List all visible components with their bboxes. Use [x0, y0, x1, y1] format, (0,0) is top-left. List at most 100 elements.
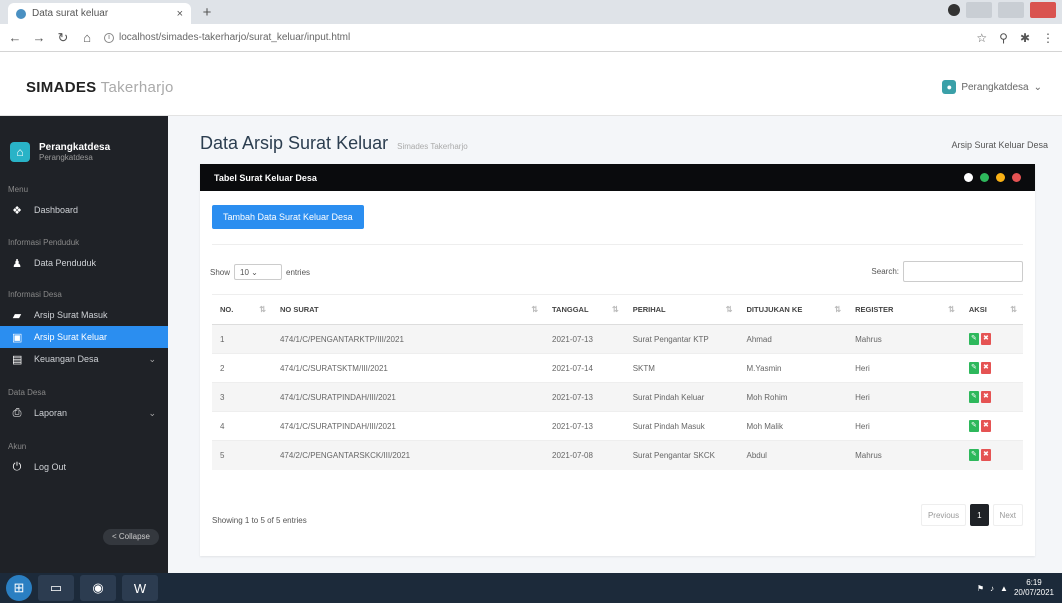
page-button[interactable]: 1 — [970, 504, 989, 526]
previous-page-button[interactable]: Previous — [920, 504, 967, 526]
collapse-button[interactable]: < Collapse — [103, 529, 159, 545]
entries-select[interactable]: 10 ⌄ — [234, 264, 283, 280]
chevron-down-icon: ⌄ — [148, 353, 156, 364]
volume-icon[interactable]: ♪ — [990, 584, 994, 593]
table-cell: 3 — [212, 382, 272, 412]
close-tab-icon[interactable]: × — [177, 8, 183, 20]
sidebar-section-desa: Informasi Desa — [8, 290, 62, 299]
delete-icon[interactable]: ✖ — [980, 420, 991, 432]
actions-cell: ✎ ✖ — [960, 382, 1023, 412]
new-tab-button[interactable]: + — [197, 4, 217, 22]
menu-icon[interactable]: ⋮ — [1042, 31, 1054, 45]
column-header[interactable]: NO SURAT ⇅ — [271, 294, 545, 325]
search-icon[interactable]: ⚲ — [999, 31, 1008, 45]
edit-icon[interactable]: ✎ — [968, 333, 979, 345]
table-row: 1 474/1/C/PENGANTARKTP/III/2021 2021-07-13… — [212, 324, 1023, 354]
close-window-button[interactable] — [1030, 2, 1056, 18]
sidebar-item-label: Data Penduduk — [34, 258, 97, 268]
next-page-button[interactable]: Next — [992, 504, 1023, 526]
sidebar-item-laporan[interactable]: ⎙ Laporan ⌄ — [0, 402, 168, 424]
sidebar-item-logout[interactable]: ⏻ Log Out — [0, 456, 168, 478]
home-icon[interactable]: ⌂ — [80, 30, 94, 45]
table-cell: Mahrus — [847, 324, 961, 354]
sidebar-item-label: Log Out — [34, 462, 67, 472]
chrome-icon[interactable]: ◉ — [80, 575, 116, 601]
table-cell: Surat Pengantar KTP — [624, 324, 739, 354]
table-row: 3 474/1/C/SURATPINDAH/III/2021 2021-07-13 S… — [212, 382, 1023, 412]
profile-icon[interactable] — [948, 4, 960, 16]
extensions-icon[interactable]: ✱ — [1020, 31, 1030, 45]
column-header[interactable]: REGISTER ⇅ — [847, 294, 961, 325]
person-icon: ♟ — [12, 257, 22, 270]
column-header[interactable]: DITUJUKAN KE ⇅ — [738, 294, 848, 325]
card-tool-dot[interactable] — [964, 173, 973, 182]
sidebar-item-surat-masuk[interactable]: ▰ Arsip Surat Masuk — [0, 304, 168, 326]
main-content: Data Arsip Surat Keluar Simades Takerhar… — [168, 116, 1062, 573]
reload-icon[interactable]: ↻ — [56, 30, 70, 46]
url-text: localhost/simades-takerharjo/surat_kelua… — [119, 32, 351, 43]
back-icon[interactable]: ← — [8, 30, 22, 45]
bookmark-star-icon[interactable]: ☆ — [976, 31, 987, 45]
clock[interactable]: 6:19 20/07/2021 — [1014, 578, 1054, 598]
page-title-text: Data Arsip Surat Keluar — [200, 133, 389, 153]
actions-cell: ✎ ✖ — [960, 353, 1023, 383]
delete-icon[interactable]: ✖ — [980, 333, 991, 345]
surat-keluar-table: NO. ⇅ NO SURAT ⇅ TANGGAL ⇅ PERIHAL ⇅ DITUJUK… — [212, 294, 1023, 470]
delete-icon[interactable]: ✖ — [980, 391, 991, 403]
pagination: Previous 1 Next — [920, 504, 1023, 526]
delete-icon[interactable]: ✖ — [980, 362, 991, 374]
table-row: 2 474/1/C/SURATSKTM/III/2021 2021-07-14 SKT… — [212, 353, 1023, 383]
table-cell: Moh Malik — [738, 411, 848, 441]
table-cell: 474/1/C/SURATPINDAH/III/2021 — [271, 382, 545, 412]
sidebar-item-dashboard[interactable]: ❖ Dashboard — [0, 199, 168, 221]
column-header[interactable]: PERIHAL ⇅ — [624, 294, 739, 325]
app-header: SIMADES Takerharjo ● Perangkatdesa ⌄ — [0, 52, 1062, 116]
browser-tab-bar: Data surat keluar × + — [0, 0, 1062, 24]
sidebar-user: ⌂ Perangkatdesa Perangkatdesa — [10, 142, 110, 162]
table-cell: SKTM — [624, 353, 739, 383]
site-info-icon[interactable]: i — [104, 32, 114, 43]
sidebar-user-name: Perangkatdesa — [39, 142, 111, 153]
add-surat-keluar-button[interactable]: Tambah Data Surat Keluar Desa — [212, 205, 364, 229]
inbox-icon: ▰ — [12, 309, 22, 322]
delete-icon[interactable]: ✖ — [980, 449, 991, 462]
card-tool-dot[interactable] — [1012, 173, 1021, 182]
sidebar-item-label: Arsip Surat Masuk — [34, 310, 108, 320]
file-explorer-icon[interactable]: ▭ — [38, 575, 74, 601]
network-icon[interactable]: ▲ — [1000, 584, 1008, 593]
word-icon[interactable]: W — [122, 575, 158, 601]
url-field[interactable]: i localhost/simades-takerharjo/surat_kel… — [104, 32, 384, 43]
edit-icon[interactable]: ✎ — [968, 391, 979, 403]
brand-logo[interactable]: SIMADES Takerharjo — [26, 79, 174, 96]
sidebar-item-data-penduduk[interactable]: ♟ Data Penduduk — [0, 252, 168, 274]
card-tool-dot[interactable] — [980, 173, 989, 182]
user-menu[interactable]: ● Perangkatdesa ⌄ — [942, 80, 1042, 94]
forward-icon[interactable]: → — [32, 30, 46, 45]
edit-icon[interactable]: ✎ — [968, 362, 979, 374]
flag-icon[interactable]: ⚑ — [977, 584, 984, 593]
start-button[interactable]: ⊞ — [6, 575, 32, 601]
edit-icon[interactable]: ✎ — [968, 420, 979, 432]
sidebar-item-label: Arsip Surat Keluar — [34, 332, 108, 342]
column-header[interactable]: NO. ⇅ — [212, 294, 272, 325]
edit-icon[interactable]: ✎ — [968, 449, 979, 462]
sidebar-item-label: Laporan — [34, 408, 68, 418]
column-header[interactable]: AKSI ⇅ — [960, 294, 1023, 325]
sidebar-item-keuangan[interactable]: ▤ Keuangan Desa ⌄ — [0, 348, 168, 370]
minimize-button[interactable] — [966, 2, 992, 18]
actions-cell: ✎ ✖ — [960, 411, 1023, 441]
maximize-button[interactable] — [998, 2, 1024, 18]
card-tool-dot[interactable] — [996, 173, 1005, 182]
card-tools — [964, 173, 1021, 182]
sort-icon: ⇅ — [948, 305, 955, 314]
sidebar-item-surat-keluar[interactable]: ▣ Arsip Surat Keluar — [0, 326, 168, 348]
sort-icon: ⇅ — [259, 305, 266, 314]
address-bar: ← → ↻ ⌂ i localhost/simades-takerharjo/s… — [0, 24, 1062, 52]
browser-tab[interactable]: Data surat keluar × — [8, 3, 191, 24]
table-row: 5 474/2/C/PENGANTARSKCK/III/2021 2021-07-0… — [212, 440, 1023, 470]
window-controls — [948, 2, 1056, 18]
search-input[interactable] — [903, 261, 1023, 282]
sidebar-section-akun: Akun — [8, 442, 27, 451]
column-header[interactable]: TANGGAL ⇅ — [544, 294, 625, 325]
outbox-icon: ▣ — [12, 331, 23, 344]
